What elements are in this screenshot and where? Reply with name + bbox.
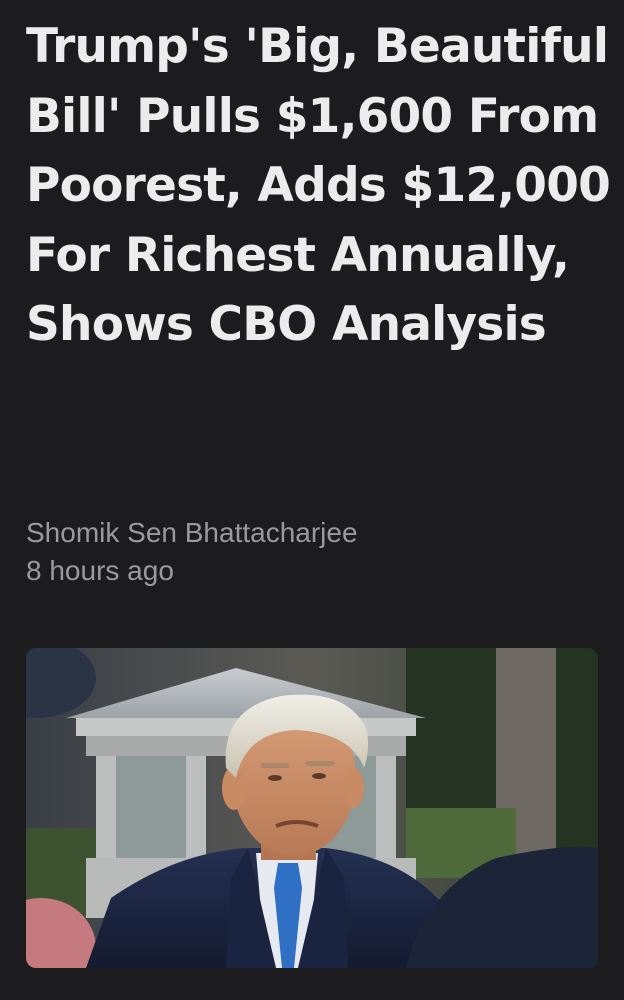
article-headline[interactable]: Trump's 'Big, Beautiful Bill' Pulls $1,6…	[26, 12, 611, 360]
article-card[interactable]: Trump's 'Big, Beautiful Bill' Pulls $1,6…	[0, 0, 624, 1000]
article-author: Shomik Sen Bhattacharjee	[26, 517, 358, 548]
article-timestamp: 8 hours ago	[26, 555, 174, 586]
article-image[interactable]	[26, 648, 598, 968]
article-meta: Shomik Sen Bhattacharjee 8 hours ago	[26, 514, 358, 590]
